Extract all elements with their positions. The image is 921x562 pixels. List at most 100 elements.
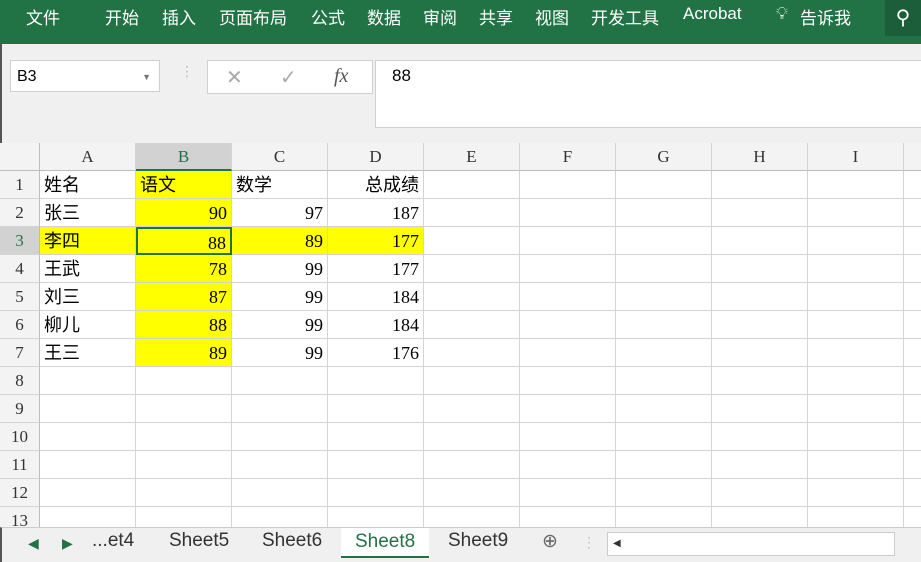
cell-A2[interactable]: 张三 xyxy=(40,199,136,227)
column-header-A[interactable]: A xyxy=(40,143,136,171)
cell-C12[interactable] xyxy=(232,479,328,507)
cell-G5[interactable] xyxy=(616,283,712,311)
tab-formulas[interactable]: 公式 xyxy=(311,4,345,29)
cell-J6[interactable] xyxy=(904,311,921,339)
cell-A9[interactable] xyxy=(40,395,136,423)
cell-A12[interactable] xyxy=(40,479,136,507)
cell-D6[interactable]: 184 xyxy=(328,311,424,339)
column-header-I[interactable]: I xyxy=(808,143,904,171)
share-user-icon[interactable]: ⚲ xyxy=(885,0,921,36)
cell-G11[interactable] xyxy=(616,451,712,479)
cell-E10[interactable] xyxy=(424,423,520,451)
chevron-down-icon[interactable]: ▼ xyxy=(142,61,151,93)
cell-F9[interactable] xyxy=(520,395,616,423)
cell-C2[interactable]: 97 xyxy=(232,199,328,227)
cell-B12[interactable] xyxy=(136,479,232,507)
row-header-3[interactable]: 3 xyxy=(0,227,40,255)
cell-H9[interactable] xyxy=(712,395,808,423)
cell-C6[interactable]: 99 xyxy=(232,311,328,339)
row-header-1[interactable]: 1 xyxy=(0,171,40,199)
cell-J1[interactable] xyxy=(904,171,921,199)
cell-J3[interactable] xyxy=(904,227,921,255)
cell-C7[interactable]: 99 xyxy=(232,339,328,367)
name-box[interactable]: B3 ▼ xyxy=(10,60,160,92)
cell-B4[interactable]: 78 xyxy=(136,255,232,283)
cell-D9[interactable] xyxy=(328,395,424,423)
cell-E4[interactable] xyxy=(424,255,520,283)
cell-I11[interactable] xyxy=(808,451,904,479)
cell-E5[interactable] xyxy=(424,283,520,311)
scroll-left-icon[interactable]: ◀ xyxy=(28,535,39,552)
cell-H7[interactable] xyxy=(712,339,808,367)
cell-H1[interactable] xyxy=(712,171,808,199)
cell-B11[interactable] xyxy=(136,451,232,479)
cell-E2[interactable] xyxy=(424,199,520,227)
column-header-F[interactable]: F xyxy=(520,143,616,171)
tab-developer[interactable]: 开发工具 xyxy=(591,4,659,29)
cell-C3[interactable]: 89 xyxy=(232,227,328,255)
row-header-2[interactable]: 2 xyxy=(0,199,40,227)
cell-J7[interactable] xyxy=(904,339,921,367)
cell-C11[interactable] xyxy=(232,451,328,479)
tab-insert[interactable]: 插入 xyxy=(162,4,196,29)
cell-D11[interactable] xyxy=(328,451,424,479)
cell-E7[interactable] xyxy=(424,339,520,367)
cell-I3[interactable] xyxy=(808,227,904,255)
tab-file[interactable]: 文件 xyxy=(26,4,60,29)
cell-G4[interactable] xyxy=(616,255,712,283)
cell-B10[interactable] xyxy=(136,423,232,451)
cell-H10[interactable] xyxy=(712,423,808,451)
sheet-tab-sheet6[interactable]: Sheet6 xyxy=(262,530,322,552)
cell-G7[interactable] xyxy=(616,339,712,367)
horizontal-scrollbar[interactable]: ◀ xyxy=(607,532,895,556)
add-sheet-icon[interactable]: ⊕ xyxy=(542,530,558,553)
cell-D12[interactable] xyxy=(328,479,424,507)
cell-D5[interactable]: 184 xyxy=(328,283,424,311)
cell-G3[interactable] xyxy=(616,227,712,255)
cell-A3[interactable]: 李四 xyxy=(40,227,136,255)
tab-page-layout[interactable]: 页面布局 xyxy=(219,4,287,29)
cell-I12[interactable] xyxy=(808,479,904,507)
cell-E12[interactable] xyxy=(424,479,520,507)
cell-B1[interactable]: 语文 xyxy=(136,171,232,199)
cell-I5[interactable] xyxy=(808,283,904,311)
cell-A7[interactable]: 王三 xyxy=(40,339,136,367)
cell-D8[interactable] xyxy=(328,367,424,395)
cell-B5[interactable]: 87 xyxy=(136,283,232,311)
formula-input[interactable]: 88 xyxy=(375,60,921,128)
cell-H3[interactable] xyxy=(712,227,808,255)
cell-C4[interactable]: 99 xyxy=(232,255,328,283)
row-header-6[interactable]: 6 xyxy=(0,311,40,339)
cell-A6[interactable]: 柳儿 xyxy=(40,311,136,339)
cell-D1[interactable]: 总成绩 xyxy=(328,171,424,199)
select-all-button[interactable] xyxy=(0,143,40,171)
cell-A1[interactable]: 姓名 xyxy=(40,171,136,199)
cell-H2[interactable] xyxy=(712,199,808,227)
cell-J9[interactable] xyxy=(904,395,921,423)
scroll-left-arrow-icon[interactable]: ◀ xyxy=(613,538,621,549)
cell-D4[interactable]: 177 xyxy=(328,255,424,283)
cell-C10[interactable] xyxy=(232,423,328,451)
cell-A10[interactable] xyxy=(40,423,136,451)
cell-J2[interactable] xyxy=(904,199,921,227)
cell-I7[interactable] xyxy=(808,339,904,367)
cell-I1[interactable] xyxy=(808,171,904,199)
tab-data[interactable]: 数据 xyxy=(367,4,401,29)
cell-E8[interactable] xyxy=(424,367,520,395)
cell-B9[interactable] xyxy=(136,395,232,423)
cell-E3[interactable] xyxy=(424,227,520,255)
fx-icon[interactable]: fx xyxy=(334,65,348,88)
sheet-tab-sheet9[interactable]: Sheet9 xyxy=(448,530,508,552)
cell-B8[interactable] xyxy=(136,367,232,395)
cell-I2[interactable] xyxy=(808,199,904,227)
drag-handle-icon[interactable]: ⋮ xyxy=(582,534,596,551)
cell-C1[interactable]: 数学 xyxy=(232,171,328,199)
cell-A4[interactable]: 王武 xyxy=(40,255,136,283)
row-header-7[interactable]: 7 xyxy=(0,339,40,367)
cell-B6[interactable]: 88 xyxy=(136,311,232,339)
cell-D3[interactable]: 177 xyxy=(328,227,424,255)
cell-F5[interactable] xyxy=(520,283,616,311)
cell-F6[interactable] xyxy=(520,311,616,339)
column-header-extra[interactable] xyxy=(904,143,921,171)
cell-G6[interactable] xyxy=(616,311,712,339)
